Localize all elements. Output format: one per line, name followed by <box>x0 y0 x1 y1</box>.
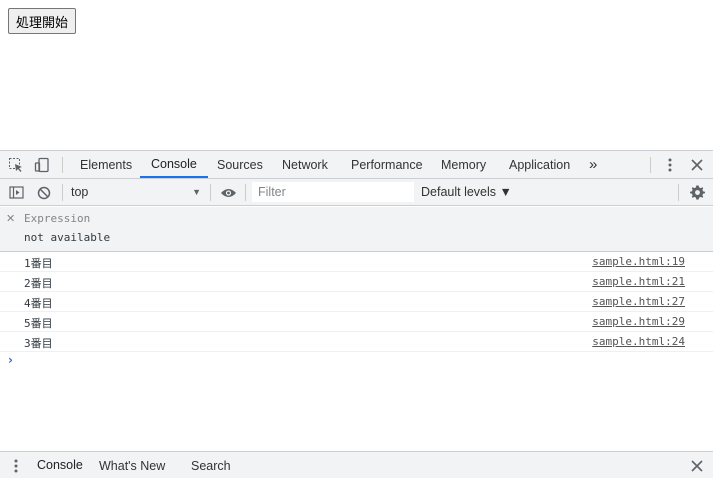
close-drawer-icon[interactable] <box>687 456 707 476</box>
message-source-link[interactable]: sample.html:19 <box>592 255 685 268</box>
toolbar-divider <box>245 184 246 201</box>
expression-value: not available <box>24 231 111 244</box>
console-toolbar: top ▼ Default levels ▼ <box>0 179 713 206</box>
gear-icon[interactable] <box>685 179 709 206</box>
tab-performance[interactable]: Performance <box>351 151 423 178</box>
clear-console-icon[interactable] <box>32 179 56 206</box>
drawer-tabbar: Console What's New Search <box>0 451 713 478</box>
toolbar-divider <box>650 157 651 173</box>
devtools-panel: Elements Console Sources Network Perform… <box>0 150 713 478</box>
message-text: 1番目 <box>24 257 53 270</box>
tab-memory[interactable]: Memory <box>441 151 486 178</box>
toolbar-divider <box>62 184 63 201</box>
toolbar-divider <box>678 184 679 201</box>
kebab-menu-icon[interactable] <box>658 151 682 178</box>
toolbar-divider <box>62 157 63 173</box>
eye-icon[interactable] <box>216 179 240 206</box>
tab-network[interactable]: Network <box>282 151 328 178</box>
sidebar-toggle-icon[interactable] <box>4 179 28 206</box>
filter-input[interactable] <box>252 182 414 202</box>
console-message: 1番目 sample.html:19 <box>0 252 713 272</box>
devtools-tabbar: Elements Console Sources Network Perform… <box>0 151 713 179</box>
close-devtools-icon[interactable] <box>685 151 709 178</box>
console-message: 5番目 sample.html:29 <box>0 312 713 332</box>
console-message: 3番目 sample.html:24 <box>0 332 713 352</box>
drawer-tab-console[interactable]: Console <box>28 452 92 478</box>
message-text: 5番目 <box>24 317 53 330</box>
message-source-link[interactable]: sample.html:24 <box>592 335 685 348</box>
remove-expression-icon[interactable]: ✕ <box>6 212 15 225</box>
message-source-link[interactable]: sample.html:29 <box>592 315 685 328</box>
console-message: 4番目 sample.html:27 <box>0 292 713 312</box>
inspect-element-icon[interactable] <box>4 151 28 178</box>
message-source-link[interactable]: sample.html:27 <box>592 295 685 308</box>
page-content: 処理開始 <box>0 0 713 150</box>
more-tabs-button[interactable]: » <box>589 151 597 178</box>
start-process-button[interactable]: 処理開始 <box>8 8 77 34</box>
live-expression: ✕ Expression not available <box>0 207 713 252</box>
console-message: 2番目 sample.html:21 <box>0 272 713 292</box>
context-value: top <box>71 185 89 199</box>
tab-application[interactable]: Application <box>509 151 570 178</box>
context-select[interactable]: top ▼ <box>66 182 206 202</box>
console-messages: 1番目 sample.html:19 2番目 sample.html:21 4番… <box>0 252 713 352</box>
expression-text[interactable]: Expression <box>24 212 90 225</box>
message-text: 2番目 <box>24 277 53 290</box>
chevron-down-icon: ▼ <box>192 187 201 197</box>
console-prompt-icon[interactable]: › <box>8 353 13 367</box>
drawer-tab-search[interactable]: Search <box>191 452 231 478</box>
message-text: 3番目 <box>24 337 53 350</box>
kebab-menu-icon[interactable] <box>4 452 28 478</box>
tab-elements[interactable]: Elements <box>80 151 132 178</box>
message-text: 4番目 <box>24 297 53 310</box>
log-levels-dropdown[interactable]: Default levels ▼ <box>421 182 512 202</box>
drawer-tab-whats-new[interactable]: What's New <box>99 452 165 478</box>
message-source-link[interactable]: sample.html:21 <box>592 275 685 288</box>
tab-sources[interactable]: Sources <box>217 151 263 178</box>
toolbar-divider <box>210 184 211 201</box>
tab-console[interactable]: Console <box>140 151 208 178</box>
device-toolbar-icon[interactable] <box>30 151 54 178</box>
